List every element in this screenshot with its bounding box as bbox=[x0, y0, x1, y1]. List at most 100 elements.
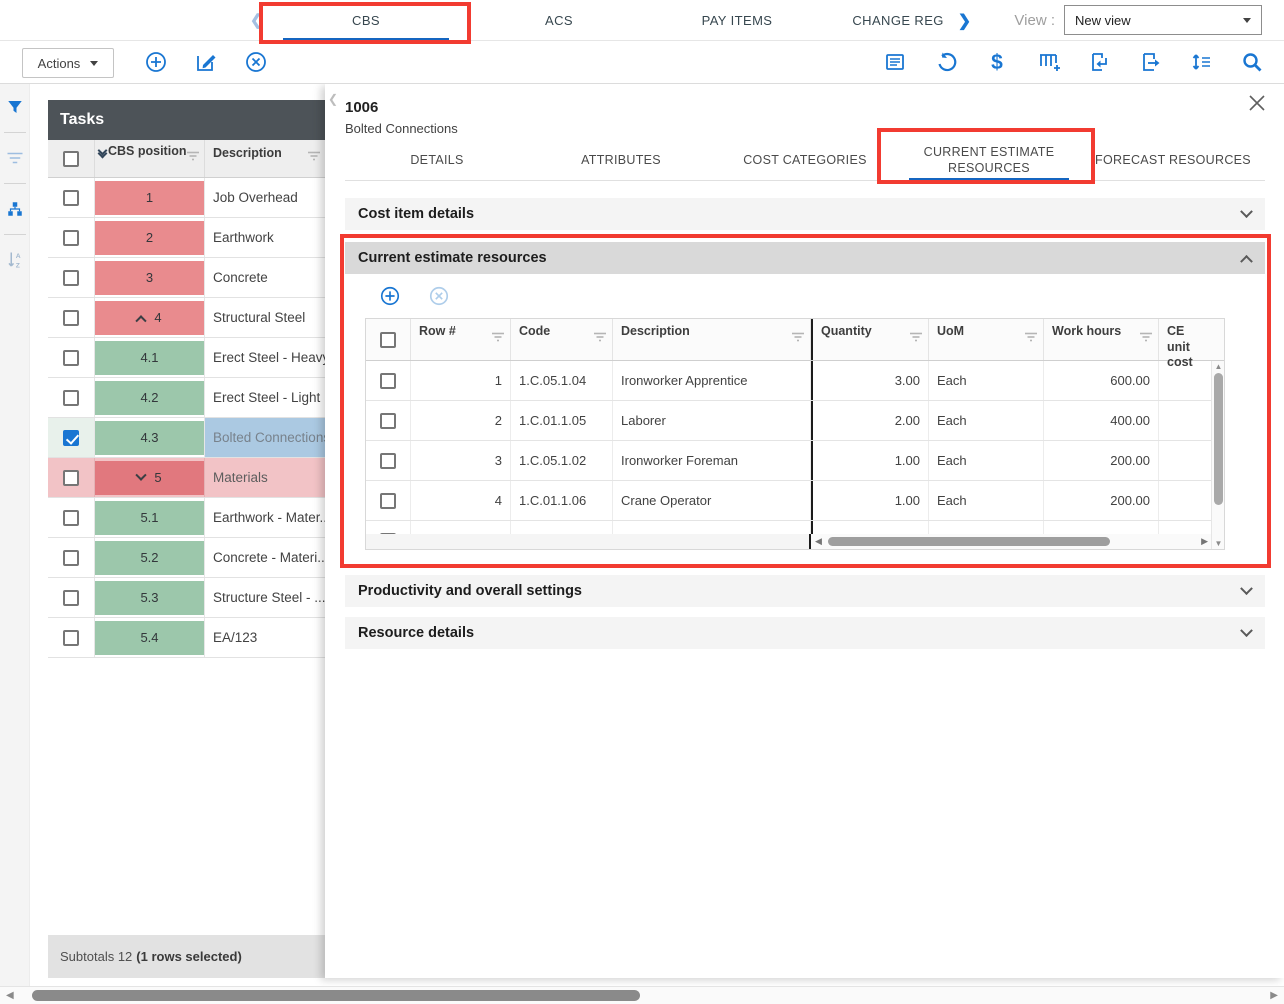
task-description-cell[interactable]: Erect Steel - Light bbox=[205, 378, 325, 417]
close-icon[interactable] bbox=[1246, 92, 1268, 114]
task-description-cell[interactable]: Structure Steel - ... bbox=[205, 578, 325, 617]
resource-row[interactable]: 4 1.C.01.1.06 Crane Operator 1.00 Each 2… bbox=[366, 481, 1224, 521]
cbs-position-cell[interactable]: 2 bbox=[95, 218, 205, 257]
description-column-header[interactable]: Description bbox=[205, 140, 325, 177]
task-description-cell[interactable]: Structural Steel bbox=[205, 298, 325, 337]
section-resource-details[interactable]: Resource details bbox=[345, 617, 1265, 649]
list-view-icon[interactable] bbox=[883, 50, 907, 74]
tab-acs[interactable]: ACS bbox=[470, 0, 648, 41]
scrollbar-thumb[interactable] bbox=[1214, 373, 1223, 505]
cbs-position-cell[interactable]: 3 bbox=[95, 258, 205, 297]
search-icon[interactable] bbox=[1240, 50, 1264, 74]
filter-column-icon[interactable] bbox=[791, 331, 805, 347]
select-all-checkbox[interactable] bbox=[380, 332, 396, 348]
work-hours-column-header[interactable]: Work hours bbox=[1044, 319, 1159, 360]
filter-column-icon[interactable] bbox=[909, 331, 923, 347]
tab-scroll-left-icon[interactable]: ❮ bbox=[250, 11, 263, 29]
currency-icon[interactable]: $ bbox=[985, 50, 1009, 74]
view-dropdown[interactable]: New view bbox=[1064, 5, 1262, 35]
row-checkbox[interactable] bbox=[63, 470, 79, 486]
tab-attributes[interactable]: ATTRIBUTES bbox=[529, 140, 713, 181]
task-description-cell[interactable]: Earthwork - Mater... bbox=[205, 498, 325, 537]
task-row[interactable]: 5.3 Structure Steel - ... bbox=[48, 578, 325, 618]
task-description-cell[interactable]: Concrete bbox=[205, 258, 325, 297]
row-checkbox[interactable] bbox=[63, 310, 79, 326]
description-column-header[interactable]: Description bbox=[613, 319, 811, 360]
edit-icon[interactable] bbox=[194, 50, 218, 74]
export-icon[interactable] bbox=[1138, 50, 1162, 74]
cbs-position-cell[interactable]: 4 bbox=[95, 298, 205, 337]
row-checkbox[interactable] bbox=[380, 413, 396, 429]
resource-row[interactable]: 2 1.C.01.1.05 Laborer 2.00 Each 400.00 bbox=[366, 401, 1224, 441]
filter-column-icon[interactable] bbox=[491, 331, 505, 347]
task-row[interactable]: 4.1 Erect Steel - Heavy bbox=[48, 338, 325, 378]
filter-column-icon[interactable] bbox=[1139, 331, 1153, 347]
section-productivity[interactable]: Productivity and overall settings bbox=[345, 575, 1265, 607]
cbs-position-cell[interactable]: 5.3 bbox=[95, 578, 205, 617]
add-column-icon[interactable] bbox=[1036, 50, 1060, 74]
row-checkbox[interactable] bbox=[63, 630, 79, 646]
filter-rows-icon[interactable] bbox=[0, 143, 30, 173]
cbs-position-cell[interactable]: 5.1 bbox=[95, 498, 205, 537]
section-current-estimate-resources[interactable]: Current estimate resources bbox=[345, 242, 1265, 274]
row-checkbox[interactable] bbox=[63, 590, 79, 606]
row-checkbox[interactable] bbox=[63, 190, 79, 206]
resource-row[interactable]: 1 1.C.05.1.04 Ironworker Apprentice 3.00… bbox=[366, 361, 1224, 401]
task-row[interactable]: 5.4 EA/123 bbox=[48, 618, 325, 658]
section-cost-item-details[interactable]: Cost item details bbox=[345, 198, 1265, 230]
row-height-icon[interactable] bbox=[1189, 50, 1213, 74]
tab-scroll-right-icon[interactable]: ❯ bbox=[958, 11, 972, 31]
tab-current-estimate-resources[interactable]: CURRENT ESTIMATE RESOURCES bbox=[897, 140, 1081, 181]
task-description-cell[interactable]: Job Overhead bbox=[205, 178, 325, 217]
scrollbar-thumb[interactable] bbox=[828, 537, 1110, 546]
sort-az-icon[interactable]: AZ bbox=[0, 245, 30, 275]
cbs-position-cell[interactable]: 4.2 bbox=[95, 378, 205, 417]
add-icon[interactable] bbox=[144, 50, 168, 74]
task-row[interactable]: 2 Earthwork bbox=[48, 218, 325, 258]
hierarchy-icon[interactable] bbox=[0, 194, 30, 224]
add-resource-icon[interactable] bbox=[378, 284, 402, 308]
filter-column-icon[interactable] bbox=[593, 331, 607, 347]
ce-unit-cost-column-header[interactable]: CE unit cost bbox=[1159, 319, 1212, 360]
task-description-cell[interactable]: Bolted Connections bbox=[205, 418, 325, 457]
cbs-position-cell[interactable]: 5.2 bbox=[95, 538, 205, 577]
cbs-position-cell[interactable]: 5 bbox=[95, 458, 205, 497]
task-row[interactable]: 4.2 Erect Steel - Light bbox=[48, 378, 325, 418]
delete-resource-icon[interactable] bbox=[427, 284, 451, 308]
quantity-column-header[interactable]: Quantity bbox=[811, 319, 929, 360]
row-checkbox[interactable] bbox=[63, 390, 79, 406]
cbs-position-cell[interactable]: 4.1 bbox=[95, 338, 205, 377]
task-row[interactable]: 4.3 Bolted Connections bbox=[48, 418, 325, 458]
filter-column-icon[interactable] bbox=[1024, 331, 1038, 347]
task-row[interactable]: 1 Job Overhead bbox=[48, 178, 325, 218]
expand-chevron-icon[interactable] bbox=[136, 315, 147, 326]
task-description-cell[interactable]: EA/123 bbox=[205, 618, 325, 657]
row-checkbox[interactable] bbox=[63, 350, 79, 366]
expand-chevron-icon[interactable] bbox=[136, 469, 147, 480]
code-column-header[interactable]: Code bbox=[511, 319, 613, 360]
scrollbar-thumb[interactable] bbox=[32, 990, 640, 1001]
tab-cost-categories[interactable]: COST CATEGORIES bbox=[713, 140, 897, 181]
task-description-cell[interactable]: Materials bbox=[205, 458, 325, 497]
scroll-left-icon[interactable]: ◀ bbox=[815, 536, 822, 547]
scroll-down-icon[interactable]: ▼ bbox=[1213, 539, 1224, 548]
panel-collapse-icon[interactable]: ❮ bbox=[328, 92, 338, 106]
row-checkbox[interactable] bbox=[63, 430, 79, 446]
task-description-cell[interactable]: Erect Steel - Heavy bbox=[205, 338, 325, 377]
tab-pay-items[interactable]: PAY ITEMS bbox=[648, 0, 826, 41]
row-checkbox[interactable] bbox=[380, 453, 396, 469]
import-icon[interactable] bbox=[1087, 50, 1111, 74]
cbs-position-cell[interactable]: 4.3 bbox=[95, 418, 205, 457]
task-row[interactable]: 4 Structural Steel bbox=[48, 298, 325, 338]
task-row[interactable]: 5 Materials bbox=[48, 458, 325, 498]
cbs-position-cell[interactable]: 1 bbox=[95, 178, 205, 217]
row-checkbox[interactable] bbox=[63, 510, 79, 526]
tab-details[interactable]: DETAILS bbox=[345, 140, 529, 181]
delete-icon[interactable] bbox=[244, 50, 268, 74]
row-checkbox[interactable] bbox=[63, 230, 79, 246]
tab-cbs[interactable]: CBS bbox=[262, 0, 470, 41]
tab-forecast-resources[interactable]: FORECAST RESOURCES bbox=[1081, 140, 1265, 181]
scroll-right-icon[interactable]: ▶ bbox=[1270, 990, 1278, 1001]
row-checkbox[interactable] bbox=[380, 373, 396, 389]
filter-column-icon[interactable] bbox=[186, 150, 200, 164]
